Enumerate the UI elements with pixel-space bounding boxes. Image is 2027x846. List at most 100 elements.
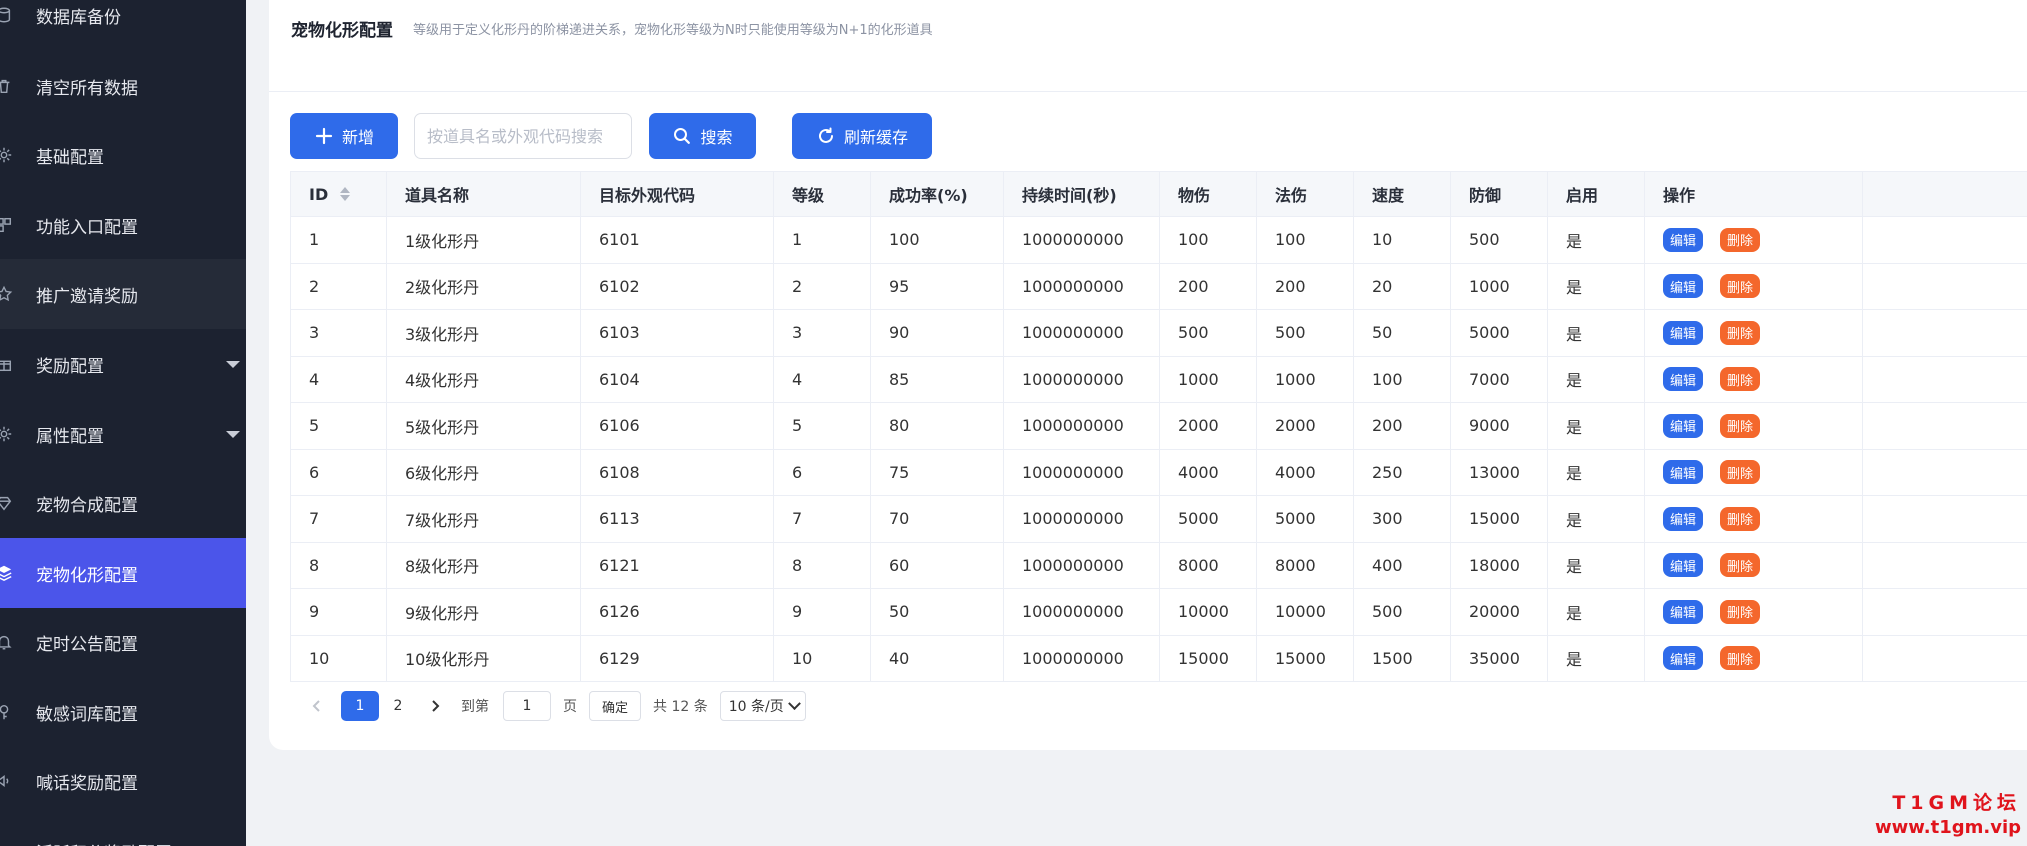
column-header-label: 成功率(%) [889, 186, 968, 205]
sidebar-item-5[interactable]: 推广邀请奖励 [0, 259, 246, 329]
sidebar-item-10[interactable]: 定时公告配置 [0, 607, 246, 677]
bell-icon [0, 632, 14, 652]
sidebar-item-13[interactable]: 活跃积分奖励配置 [0, 816, 246, 846]
delete-button[interactable]: 删除 [1720, 460, 1760, 485]
table-cell: 6113 [581, 496, 774, 542]
edit-button[interactable]: 编辑 [1663, 553, 1703, 578]
table-cell: 6103 [581, 310, 774, 356]
table-cell: 400 [1354, 542, 1451, 588]
row-actions: 编辑 删除 [1645, 635, 1863, 681]
table-cell: 1000 [1451, 263, 1548, 309]
sidebar-item-label: 宠物化形配置 [36, 565, 138, 586]
column-header-label: 物伤 [1178, 186, 1211, 205]
table-cell: 5000 [1451, 310, 1548, 356]
refresh-cache-button[interactable]: 刷新缓存 [792, 113, 932, 159]
column-header: 目标外观代码 [581, 172, 774, 216]
table-cell: 7 [774, 496, 871, 542]
table-cell: 8 [774, 542, 871, 588]
edit-button[interactable]: 编辑 [1663, 599, 1703, 624]
total-count: 共 12 条 [653, 699, 708, 715]
goto-page-input[interactable] [503, 691, 551, 721]
delete-button[interactable]: 删除 [1720, 553, 1760, 578]
delete-button[interactable]: 删除 [1720, 599, 1760, 624]
table-cell: 13000 [1451, 449, 1548, 495]
table-cell: 250 [1354, 449, 1451, 495]
sidebar-item-4[interactable]: 功能入口配置 [0, 190, 246, 260]
delete-button[interactable]: 删除 [1720, 227, 1760, 252]
table-cell: 是 [1548, 356, 1645, 402]
edit-button[interactable]: 编辑 [1663, 274, 1703, 299]
delete-button[interactable]: 删除 [1720, 367, 1760, 392]
delete-button[interactable]: 删除 [1720, 320, 1760, 345]
column-header: 道具名称 [387, 172, 581, 216]
table-cell: 是 [1548, 589, 1645, 635]
table-cell: 10 [1354, 217, 1451, 263]
edit-button[interactable]: 编辑 [1663, 646, 1703, 671]
table-cell: 7000 [1451, 356, 1548, 402]
next-page-button[interactable] [423, 691, 447, 721]
chevron-left-icon [312, 700, 320, 712]
table-cell: 10 [774, 635, 871, 681]
table-cell: 1000000000 [1004, 449, 1160, 495]
add-button[interactable]: 新增 [290, 113, 398, 159]
sidebar-item-6[interactable]: 奖励配置 [0, 329, 246, 399]
table-cell: 6级化形丹 [387, 449, 581, 495]
search-button[interactable]: 搜索 [649, 113, 756, 159]
edit-button[interactable]: 编辑 [1663, 367, 1703, 392]
edit-button[interactable]: 编辑 [1663, 460, 1703, 485]
table-cell: 8000 [1257, 542, 1354, 588]
table-cell: 1000000000 [1004, 496, 1160, 542]
table-cell: 18000 [1451, 542, 1548, 588]
sidebar-item-3[interactable]: 基础配置 [0, 120, 246, 190]
prev-page-button[interactable] [305, 691, 329, 721]
search-icon [674, 128, 691, 144]
watermark: T1GM论坛 www.t1gm.vip [1875, 788, 2021, 838]
sidebar-item-label: 数据库备份 [36, 7, 121, 28]
column-header: 启用 [1548, 172, 1645, 216]
sort-icon[interactable] [340, 187, 351, 201]
table-cell: 6102 [581, 263, 774, 309]
column-header: 防御 [1451, 172, 1548, 216]
goto-confirm-button[interactable]: 确定 [589, 691, 642, 721]
edit-button[interactable]: 编辑 [1663, 413, 1703, 438]
table-cell: 10000 [1160, 589, 1257, 635]
column-header[interactable]: ID [291, 172, 387, 216]
data-table: ID 道具名称 目标外观代码 等级 成功率(%) 持续时间(秒) 物伤 法伤 速度 防御 启用 操作 1… [290, 171, 2027, 682]
sidebar-item-11[interactable]: 敏感词库配置 [0, 677, 246, 747]
table-row: 10 10级化形丹 6129 10 40 1000000000 15000 15000 1500… [290, 635, 2027, 682]
sidebar-item-label: 推广邀请奖励 [36, 286, 138, 307]
sidebar-item-1[interactable]: 数据库备份 [0, 0, 246, 50]
search-input[interactable] [414, 113, 632, 159]
table-header: ID 道具名称 目标外观代码 等级 成功率(%) 持续时间(秒) 物伤 法伤 速度 防御 启用 操作 [290, 171, 2027, 217]
table-cell: 4级化形丹 [387, 356, 581, 402]
sidebar-item-9[interactable]: 宠物化形配置 [0, 538, 246, 608]
delete-button[interactable]: 删除 [1720, 274, 1760, 299]
column-header-label: 持续时间(秒) [1022, 186, 1117, 205]
sidebar-item-8[interactable]: 宠物合成配置 [0, 468, 246, 538]
table-cell: 1000000000 [1004, 356, 1160, 402]
column-header-label: 法伤 [1275, 186, 1308, 205]
delete-button[interactable]: 删除 [1720, 646, 1760, 671]
edit-button[interactable]: 编辑 [1663, 506, 1703, 531]
sidebar-item-12[interactable]: 喊话奖励配置 [0, 746, 246, 816]
table-cell: 20 [1354, 263, 1451, 309]
table-cell: 9 [774, 589, 871, 635]
page-size-select[interactable]: 10 条/页 [719, 691, 806, 721]
refresh-cache-label: 刷新缓存 [843, 128, 908, 147]
table-cell: 是 [1548, 635, 1645, 681]
table-cell: 1级化形丹 [387, 217, 581, 263]
sidebar-item-2[interactable]: 清空所有数据 [0, 51, 246, 121]
sidebar-item-7[interactable]: 属性配置 [0, 399, 246, 469]
page-button-1[interactable]: 1 [341, 691, 379, 721]
table-cell: 10 [291, 635, 387, 681]
delete-button[interactable]: 删除 [1720, 413, 1760, 438]
table-cell: 500 [1451, 217, 1548, 263]
page-button-2[interactable]: 2 [379, 691, 417, 721]
sidebar-item-label: 宠物合成配置 [36, 495, 138, 516]
refresh-icon [819, 127, 833, 143]
table-cell: 6121 [581, 542, 774, 588]
delete-button[interactable]: 删除 [1720, 506, 1760, 531]
table-cell: 10000 [1257, 589, 1354, 635]
edit-button[interactable]: 编辑 [1663, 320, 1703, 345]
edit-button[interactable]: 编辑 [1663, 227, 1703, 252]
